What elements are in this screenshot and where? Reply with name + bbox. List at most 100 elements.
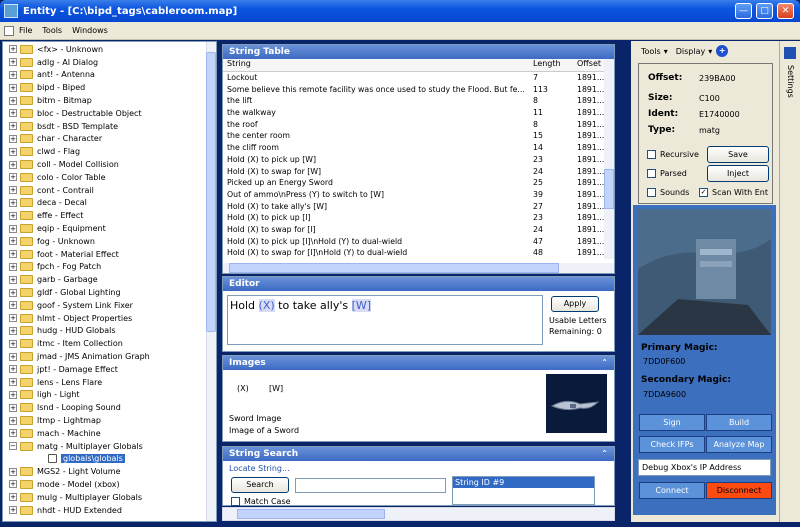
table-row[interactable]: Out of ammo\nPress (Y) to switch to [W] 3… <box>223 189 614 201</box>
tree-item[interactable]: + lens - Lens Flare <box>3 376 216 389</box>
string-table-scroll-thumb[interactable] <box>604 169 614 209</box>
recursive-checkbox[interactable]: Recursive <box>647 150 699 159</box>
tree-item[interactable]: − matg - Multiplayer Globals <box>3 440 216 453</box>
tree-item[interactable]: + hlmt - Object Properties <box>3 312 216 325</box>
maximize-button[interactable]: □ <box>756 3 773 19</box>
table-row[interactable]: Hold (X) to take ally's [W] 27 1891... <box>223 201 614 213</box>
search-input[interactable] <box>295 478 446 493</box>
table-row[interactable]: the walkway 11 1891... <box>223 107 614 119</box>
close-button[interactable]: ✕ <box>777 3 794 19</box>
pin-icon[interactable] <box>784 47 796 59</box>
tree-item[interactable]: + garb - Garbage <box>3 273 216 286</box>
expand-icon[interactable]: + <box>9 493 17 502</box>
expand-icon[interactable]: + <box>9 378 17 387</box>
tree-item[interactable]: + fog - Unknown <box>3 235 216 248</box>
tree-item[interactable]: + ligh - Light <box>3 389 216 402</box>
tree-item[interactable]: + jmad - JMS Animation Graph <box>3 350 216 363</box>
tree-item[interactable]: + cont - Contrail <box>3 184 216 197</box>
expand-icon[interactable]: + <box>9 416 17 425</box>
tree-item[interactable]: + bitm - Bitmap <box>3 94 216 107</box>
tree-item[interactable]: + jpt! - Damage Effect <box>3 363 216 376</box>
expand-icon[interactable]: + <box>9 237 17 246</box>
table-row[interactable]: Hold (X) to pick up [I] 23 1891... <box>223 212 614 224</box>
expand-icon[interactable]: + <box>9 365 17 374</box>
check-ifps-button[interactable]: Check IFPs <box>639 436 705 453</box>
expand-icon[interactable]: + <box>9 109 17 118</box>
table-row[interactable]: the roof 8 1891... <box>223 119 614 131</box>
expand-icon[interactable]: + <box>9 83 17 92</box>
collapse-icon[interactable]: − <box>9 442 17 451</box>
tag-tree[interactable]: + <fx> - Unknown + adlg - AI Dialog + ant! - … <box>2 41 217 522</box>
string-table-hscroll[interactable] <box>223 263 614 273</box>
table-row[interactable]: the cliff room 14 1891... <box>223 142 614 154</box>
expand-icon[interactable]: + <box>9 352 17 361</box>
table-row[interactable]: Hold (X) to pick up [I]\nHold (Y) to dua… <box>223 236 614 248</box>
expand-icon[interactable]: + <box>9 45 17 54</box>
settings-sidebar[interactable]: Settings <box>779 41 800 522</box>
tree-item[interactable]: + mulg - Multiplayer Globals <box>3 491 216 504</box>
expand-icon[interactable]: + <box>9 314 17 323</box>
main-hscroll[interactable] <box>222 507 615 521</box>
sounds-checkbox[interactable]: Sounds <box>647 188 689 197</box>
table-row[interactable]: Hold (X) to pick up [W] 23 1891... <box>223 154 614 166</box>
tree-item[interactable]: + ltmp - Lightmap <box>3 414 216 427</box>
tree-item[interactable]: + ant! - Antenna <box>3 69 216 82</box>
tree-scrollbar[interactable] <box>206 42 216 521</box>
tree-item[interactable]: + foot - Material Effect <box>3 248 216 261</box>
expand-icon[interactable]: + <box>9 198 17 207</box>
tree-scroll-thumb[interactable] <box>206 52 216 332</box>
tree-item[interactable]: + fpch - Fog Patch <box>3 261 216 274</box>
expand-icon[interactable]: + <box>9 301 17 310</box>
expand-icon[interactable]: + <box>9 506 17 515</box>
tools-dropdown[interactable]: Tools <box>641 47 661 56</box>
search-results-list[interactable]: String ID #9 <box>452 476 595 505</box>
table-row[interactable]: Some believe this remote facility was on… <box>223 84 614 96</box>
tree-item[interactable]: + mode - Model (xbox) <box>3 478 216 491</box>
tree-item[interactable]: + mach - Machine <box>3 427 216 440</box>
collapse-icon[interactable]: ⌃ <box>601 356 608 370</box>
expand-icon[interactable]: + <box>9 467 17 476</box>
table-row[interactable]: Hold (X) to swap for [I] 24 1891... <box>223 224 614 236</box>
expand-icon[interactable]: + <box>9 224 17 233</box>
tree-item[interactable]: + bipd - Biped <box>3 81 216 94</box>
expand-icon[interactable]: + <box>9 275 17 284</box>
inject-button[interactable]: Inject <box>707 165 769 182</box>
expand-icon[interactable]: + <box>9 480 17 489</box>
connect-button[interactable]: Connect <box>639 482 705 499</box>
expand-icon[interactable]: + <box>9 160 17 169</box>
expand-icon[interactable]: + <box>9 70 17 79</box>
table-row[interactable]: the center room 15 1891... <box>223 130 614 142</box>
expand-icon[interactable]: + <box>9 339 17 348</box>
expand-icon[interactable]: + <box>9 58 17 67</box>
search-button[interactable]: Search <box>231 477 289 493</box>
scan-with-ent-checkbox[interactable]: ✓ Scan With Ent <box>699 188 768 197</box>
parsed-checkbox[interactable]: Parsed <box>647 169 687 178</box>
expand-icon[interactable]: + <box>9 288 17 297</box>
tree-item[interactable]: + gldf - Global Lighting <box>3 286 216 299</box>
tree-item[interactable]: + clwd - Flag <box>3 145 216 158</box>
token-w[interactable]: [W] <box>269 384 283 393</box>
search-result-item[interactable]: String ID #9 <box>453 477 594 488</box>
display-dropdown-arrow[interactable]: ▾ <box>708 47 712 56</box>
tree-item[interactable]: + bsdt - BSD Template <box>3 120 216 133</box>
column-string[interactable]: String <box>223 59 529 71</box>
string-table-scrollbar[interactable] <box>604 59 614 259</box>
menu-tools[interactable]: Tools <box>42 26 62 35</box>
table-row[interactable]: Hold (X) to swap for [W] 24 1891... <box>223 166 614 178</box>
tree-item[interactable]: + adlg - AI Dialog <box>3 56 216 69</box>
token-x[interactable]: (X) <box>237 384 249 393</box>
expand-icon[interactable]: + <box>9 147 17 156</box>
tree-item[interactable]: + nhdt - HUD Extended <box>3 504 216 517</box>
tree-item[interactable]: + bloc - Destructable Object <box>3 107 216 120</box>
table-row[interactable]: Hold (X) to swap for [I]\nHold (Y) to du… <box>223 247 614 259</box>
tree-item[interactable]: + lsnd - Looping Sound <box>3 401 216 414</box>
expand-icon[interactable]: + <box>9 326 17 335</box>
tree-item[interactable]: + colo - Color Table <box>3 171 216 184</box>
table-row[interactable]: the lift 8 1891... <box>223 95 614 107</box>
add-icon[interactable]: + <box>716 45 729 57</box>
menu-file[interactable]: File <box>19 26 32 35</box>
table-row[interactable]: Picked up an Energy Sword 25 1891... <box>223 177 614 189</box>
expand-icon[interactable]: + <box>9 186 17 195</box>
save-button[interactable]: Save <box>707 146 769 163</box>
tree-item[interactable]: + goof - System Link Fixer <box>3 299 216 312</box>
